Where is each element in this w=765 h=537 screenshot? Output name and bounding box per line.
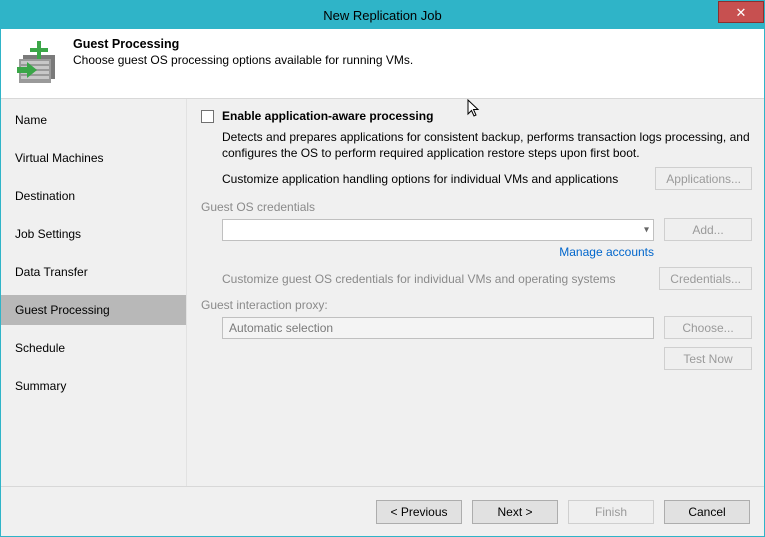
guest-processing-icon bbox=[13, 37, 63, 87]
guest-creds-group-label: Guest OS credentials bbox=[201, 200, 752, 214]
page-subtitle: Choose guest OS processing options avail… bbox=[73, 53, 413, 67]
window-title: New Replication Job bbox=[1, 8, 764, 23]
sidebar-item-data-transfer[interactable]: Data Transfer bbox=[1, 257, 186, 287]
page-title: Guest Processing bbox=[73, 37, 413, 51]
choose-button[interactable]: Choose... bbox=[664, 316, 752, 339]
sidebar: Name Virtual Machines Destination Job Se… bbox=[1, 99, 186, 486]
proxy-value: Automatic selection bbox=[223, 318, 653, 338]
proxy-row: Automatic selection Choose... bbox=[222, 316, 752, 339]
credentials-button[interactable]: Credentials... bbox=[659, 267, 752, 290]
credentials-select[interactable]: ▾ bbox=[222, 219, 654, 241]
sidebar-item-summary[interactable]: Summary bbox=[1, 371, 186, 401]
wizard-window: New Replication Job ✕ Guest Processing C… bbox=[0, 0, 765, 537]
cancel-button[interactable]: Cancel bbox=[664, 500, 750, 524]
chevron-down-icon: ▾ bbox=[644, 224, 649, 235]
enable-app-aware-row: Enable application-aware processing bbox=[201, 109, 752, 123]
proxy-group-label: Guest interaction proxy: bbox=[201, 298, 752, 312]
test-row: Test Now bbox=[222, 347, 752, 370]
finish-button[interactable]: Finish bbox=[568, 500, 654, 524]
add-button[interactable]: Add... bbox=[664, 218, 752, 241]
customize-apps-row: Customize application handling options f… bbox=[222, 167, 752, 190]
enable-app-aware-checkbox[interactable] bbox=[201, 110, 214, 123]
wizard-body: Name Virtual Machines Destination Job Se… bbox=[1, 99, 764, 486]
creds-row: ▾ Add... bbox=[222, 218, 752, 241]
enable-app-aware-label: Enable application-aware processing bbox=[222, 109, 433, 123]
manage-accounts-link[interactable]: Manage accounts bbox=[559, 245, 654, 259]
applications-button[interactable]: Applications... bbox=[655, 167, 752, 190]
sidebar-item-name[interactable]: Name bbox=[1, 105, 186, 135]
sidebar-item-destination[interactable]: Destination bbox=[1, 181, 186, 211]
wizard-header: Guest Processing Choose guest OS process… bbox=[1, 29, 764, 99]
sidebar-item-virtual-machines[interactable]: Virtual Machines bbox=[1, 143, 186, 173]
customize-apps-label: Customize application handling options f… bbox=[222, 172, 645, 186]
sidebar-item-job-settings[interactable]: Job Settings bbox=[1, 219, 186, 249]
close-icon: ✕ bbox=[736, 6, 747, 19]
close-button[interactable]: ✕ bbox=[718, 1, 764, 23]
proxy-field[interactable]: Automatic selection bbox=[222, 317, 654, 339]
titlebar: New Replication Job ✕ bbox=[1, 1, 764, 29]
test-now-button[interactable]: Test Now bbox=[664, 347, 752, 370]
cursor-icon bbox=[467, 99, 483, 124]
enable-app-aware-desc: Detects and prepares applications for co… bbox=[222, 129, 752, 161]
customize-creds-row: Customize guest OS credentials for indiv… bbox=[222, 267, 752, 290]
customize-creds-label: Customize guest OS credentials for indiv… bbox=[222, 272, 649, 286]
manage-accounts-row: Manage accounts bbox=[201, 245, 752, 259]
header-text: Guest Processing Choose guest OS process… bbox=[73, 37, 413, 67]
content-panel: Enable application-aware processing Dete… bbox=[186, 99, 764, 486]
credentials-value bbox=[223, 220, 653, 226]
next-button[interactable]: Next > bbox=[472, 500, 558, 524]
previous-button[interactable]: < Previous bbox=[376, 500, 462, 524]
sidebar-item-guest-processing[interactable]: Guest Processing bbox=[1, 295, 186, 325]
sidebar-item-schedule[interactable]: Schedule bbox=[1, 333, 186, 363]
wizard-footer: < Previous Next > Finish Cancel bbox=[1, 486, 764, 536]
